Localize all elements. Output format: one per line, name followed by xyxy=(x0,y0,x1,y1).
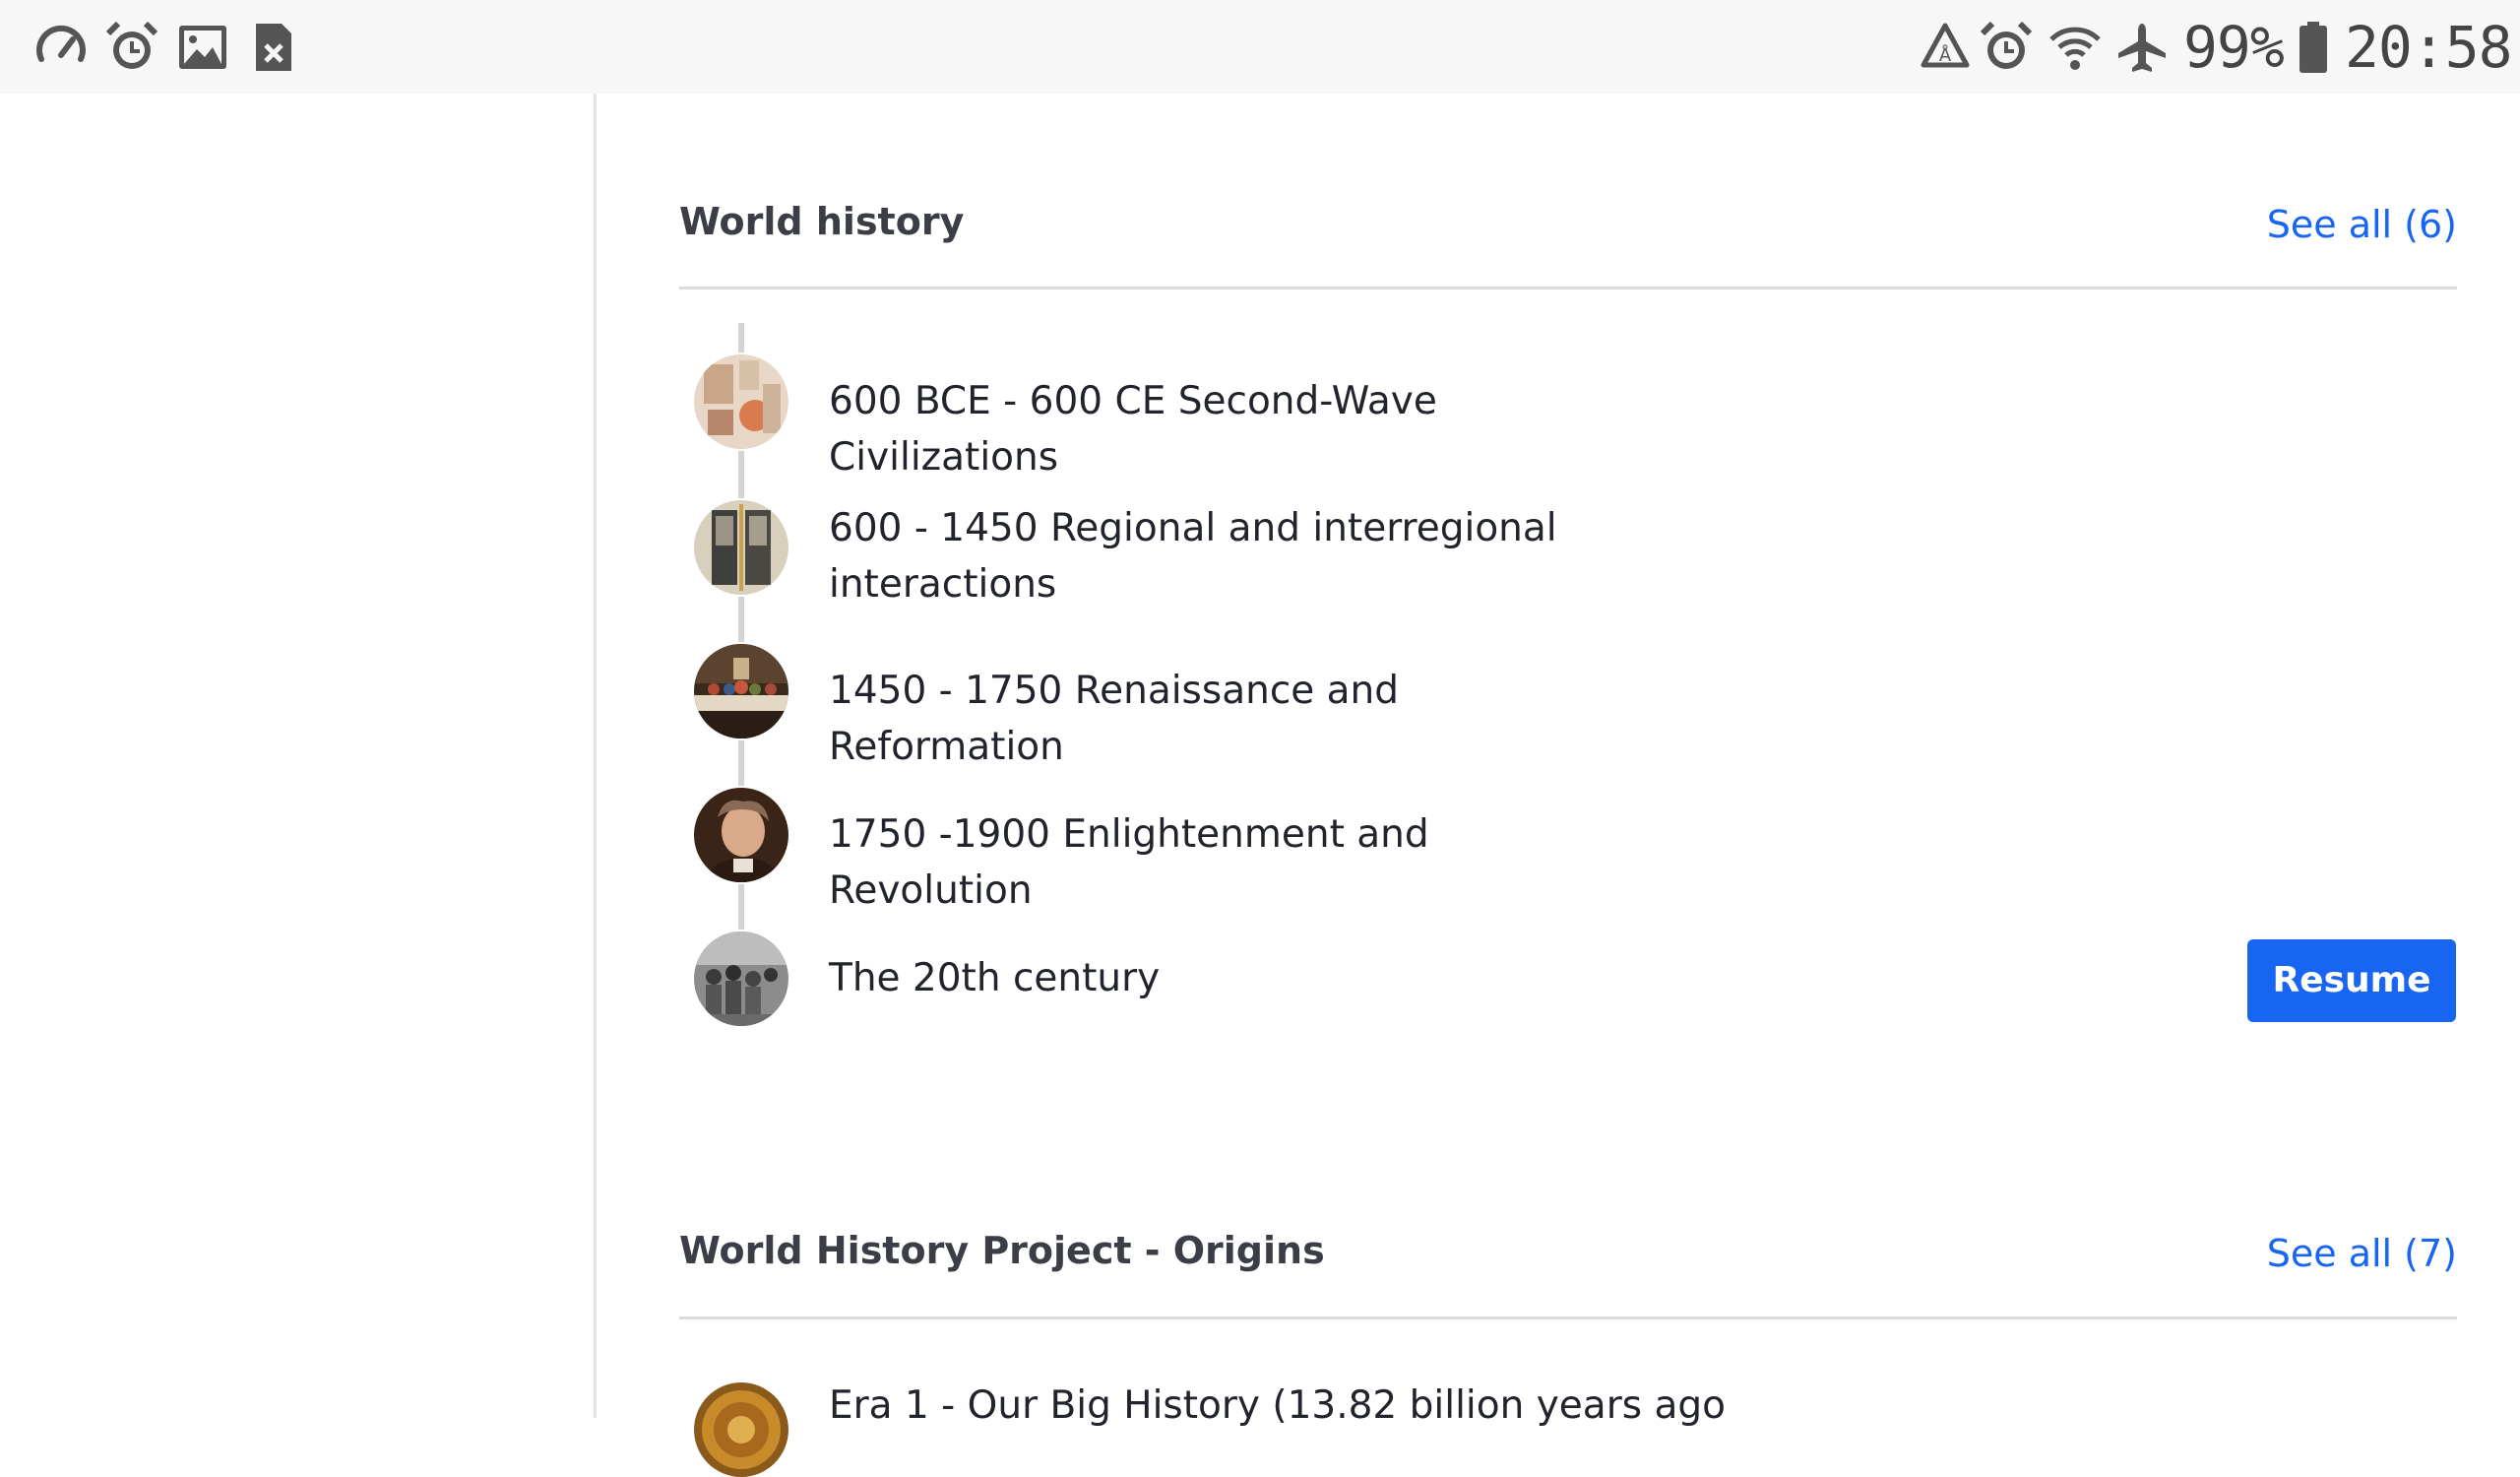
topic-thumbnail xyxy=(694,500,788,595)
topic-row[interactable]: Era 1 - Our Big History (13.82 billion y… xyxy=(679,1379,2457,1477)
section-title: World History Project - Origins xyxy=(679,1229,1325,1272)
topic-row[interactable]: The 20th century xyxy=(679,931,2457,1026)
alarm-icon xyxy=(1979,20,2034,75)
topic-row[interactable]: 1450 - 1750 Renaissance and Reformation xyxy=(679,644,2457,769)
topic-thumbnail xyxy=(694,931,788,1026)
see-all-link[interactable]: See all (6) xyxy=(2267,200,2457,249)
topic-label: 1750 -1900 Enlightenment and Revolution xyxy=(829,812,1429,913)
status-bar: Å 99% 20:58 xyxy=(0,0,2520,94)
speedometer-icon xyxy=(33,20,89,75)
topic-label: 1450 - 1750 Renaissance and Reformation xyxy=(829,669,1400,769)
topic-row[interactable]: 600 BCE - 600 CE Second-Wave Civilizatio… xyxy=(679,354,2457,480)
topic-label: 600 - 1450 Regional and interregional in… xyxy=(829,506,1557,607)
resume-button[interactable]: Resume xyxy=(2247,939,2456,1022)
section-title: World history xyxy=(679,200,965,243)
topic-thumbnail xyxy=(694,644,788,738)
section-divider xyxy=(679,287,2457,289)
recycle-icon: Å xyxy=(1918,20,1973,75)
clock: 20:58 xyxy=(2345,14,2513,81)
battery-percent: 99% xyxy=(2183,14,2285,81)
topic-thumbnail xyxy=(694,354,788,449)
svg-text:Å: Å xyxy=(1939,44,1952,66)
airplane-icon xyxy=(2114,20,2170,75)
wifi-icon xyxy=(2048,20,2103,75)
topic-thumbnail xyxy=(694,788,788,882)
battery-icon xyxy=(2298,20,2329,75)
topic-thumbnail xyxy=(694,1382,788,1477)
topic-label: 600 BCE - 600 CE Second-Wave Civilizatio… xyxy=(829,379,1437,480)
pane-divider xyxy=(594,94,597,1418)
see-all-link[interactable]: See all (7) xyxy=(2267,1229,2457,1278)
image-icon xyxy=(175,20,230,75)
file-x-icon xyxy=(246,20,301,75)
alarm-icon xyxy=(104,20,159,75)
topic-row[interactable]: 1750 -1900 Enlightenment and Revolution xyxy=(679,788,2457,913)
topic-label: The 20th century xyxy=(829,956,1161,1000)
topic-row[interactable]: 600 - 1450 Regional and interregional in… xyxy=(679,500,2457,607)
topic-label: Era 1 - Our Big History (13.82 billion y… xyxy=(829,1383,1726,1428)
section-divider xyxy=(679,1316,2457,1319)
